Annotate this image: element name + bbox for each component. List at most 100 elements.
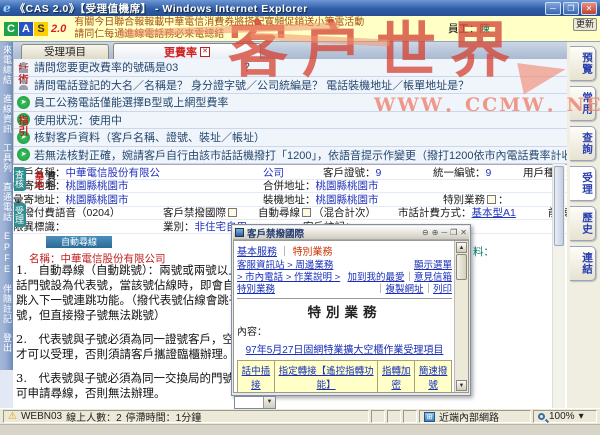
name-value: 中華電信股份有限公 xyxy=(66,167,161,179)
tab-history[interactable]: 歷史 xyxy=(570,206,596,241)
table-row: 話中插接 指定轉接【遙控指轉功能】 指轉加密 簡速撥號 xyxy=(238,361,452,394)
sidebar-item-inbound-info[interactable]: 進線資訊 xyxy=(0,94,13,134)
popup-control-icon[interactable]: ⊕ xyxy=(432,228,439,238)
autoline-checkbox-icon[interactable] xyxy=(302,208,311,217)
status-host: WEBN03 xyxy=(21,411,62,422)
script-row-text: 若無法核對正確，婉請客戶自行由該市話話機撥打「1200」，依語音提示作變更（撥打… xyxy=(34,147,583,163)
sidebar-item-direct-phone[interactable]: 直通電話 xyxy=(0,182,13,222)
green-arrow-icon: ➤ xyxy=(17,96,30,109)
service-link[interactable]: 話中插接 xyxy=(238,361,275,394)
breadcrumb[interactable]: 客服資訊站 > 周邊業務 > 市內電話 > 作業說明 > 特別業務 xyxy=(237,260,341,296)
list-item: 1. 自動尋線（自動跳號）：兩號或兩號以上電話門號設為代表號，當該號佔線時，即會… xyxy=(16,263,256,323)
customer-row-name: 客戶名稱：中華電信股份有限公 公司 客戶證號：9 統一編號：9 用戶種類：乙 xyxy=(13,166,600,180)
status-zone: 近端內部網路 xyxy=(439,409,499,424)
window-bottom-edge xyxy=(0,424,600,435)
popup-maximize-icon[interactable]: ❐ xyxy=(450,228,457,238)
copy-url-link[interactable]: 複製網址 xyxy=(385,284,423,295)
billing-label: 市話計費方式： xyxy=(398,207,472,219)
status-left-panel: ⚠ WEBN03 線上人數：2 停滯時間：1分鐘 xyxy=(3,410,369,423)
sidebar-item-logout[interactable]: 登出 xyxy=(0,333,13,353)
tab-acceptance[interactable]: 受理 xyxy=(570,166,596,201)
tab-row: 受理項目 更費率 ✕ xyxy=(13,42,567,59)
popup-minimize-icon[interactable]: ─ xyxy=(441,228,447,238)
sidebar-item-epfe[interactable]: EPFE xyxy=(0,231,13,275)
popup-scrollbar[interactable]: ▲ ▼ xyxy=(454,241,468,392)
ban-intl-checkbox-icon[interactable] xyxy=(228,208,237,217)
scroll-up-icon[interactable]: ▲ xyxy=(456,242,467,253)
tab-accept-items[interactable]: 受理項目 xyxy=(21,44,109,59)
addr2-label: 合併地址： xyxy=(263,180,316,192)
marquee-line1: 有關今日聯合報報載中華電信消費券將搭配寬頻促銷送小筆電活動 xyxy=(74,17,364,28)
dropdown-arrow-icon[interactable]: ▼ xyxy=(263,397,275,408)
print-link[interactable]: 列印 xyxy=(433,284,452,295)
tab-preview[interactable]: 預覽 xyxy=(570,46,596,81)
script-section: 話術 指引 請問您要更改費率的號碼是03 ？ 請問電話登記的大名／名稱是？ 身分… xyxy=(13,59,567,164)
tab-links[interactable]: 連結 xyxy=(570,246,596,281)
addr3-value: 桃園縣桃園市 xyxy=(66,194,129,206)
script-row-text: 請問電話登記的大名／名稱是？ 身分證字號／公司統編是？ 電話裝機地址／帳單地址是… xyxy=(34,77,469,93)
mark-label: 限異標識： xyxy=(13,220,163,234)
divider xyxy=(237,298,452,299)
sidebar-item-call-summary[interactable]: 來電總結 xyxy=(0,45,13,85)
tab-frequent[interactable]: 常用 xyxy=(570,86,596,121)
window-title: 《CAS 2.0》【受理值機席】 - Windows Internet Expl… xyxy=(15,1,543,16)
sidebar-item-companion-note[interactable]: 伴隨註記 xyxy=(0,284,13,324)
billing-value[interactable]: 基本型A1 xyxy=(472,207,516,219)
nav-basic-service-link[interactable]: 基本服務 xyxy=(237,247,277,258)
employee-label: 員工： xyxy=(448,23,480,35)
nav-special-service-current: 特別業務 xyxy=(293,247,333,258)
tab-verify[interactable]: 查核 xyxy=(14,167,26,191)
add-favorite-link[interactable]: 加到我的最愛 xyxy=(347,272,404,283)
close-button[interactable]: ✕ xyxy=(581,2,597,15)
script-row: 請問您要更改費率的號碼是03 ？ xyxy=(14,59,583,77)
scroll-down-icon[interactable]: ▼ xyxy=(456,380,467,391)
name-value2: 公司 xyxy=(263,166,323,180)
tab-query[interactable]: 查詢 xyxy=(570,126,596,161)
special-label: 特別業務 xyxy=(443,194,485,206)
feedback-link[interactable]: 意見信箱 xyxy=(414,272,452,283)
separator: ｜ xyxy=(423,284,433,295)
separator: ｜ xyxy=(404,272,414,283)
script-label-strip: 話術 指引 xyxy=(13,59,14,164)
inline-dropdown[interactable]: ▼ xyxy=(234,396,276,409)
popup-titlebar[interactable]: 客戶禁撥國際 ⊖ ⊕ ─ ❐ ✕ xyxy=(233,226,469,240)
zoom-menu-arrow-icon[interactable]: ▾ xyxy=(579,411,584,422)
sidebar-item-toolbar[interactable]: 工具列 xyxy=(0,143,13,173)
service-link[interactable]: 簡速撥號 xyxy=(415,361,452,394)
notice-link[interactable]: 97年5月27日固網特業擴大空櫃作業受理項目 xyxy=(237,341,452,356)
popup-scrollbar-thumb[interactable] xyxy=(456,254,467,280)
addr2-value: 桃園縣桃園市 xyxy=(316,180,379,192)
popup-close-icon[interactable]: ✕ xyxy=(460,228,467,238)
right-tab-strip: 預覽 常用 查詢 受理 歷史 連結 xyxy=(567,42,600,408)
tab-close-icon[interactable]: ✕ xyxy=(200,47,210,57)
minimize-button[interactable]: ─ xyxy=(545,2,561,15)
autoline-suffix: （混合計次） xyxy=(313,207,376,219)
ban-intl-label: 客戶禁撥國際 xyxy=(163,207,226,219)
popup-control-icon[interactable]: ⊖ xyxy=(422,228,429,238)
service-link[interactable]: 指轉加密 xyxy=(378,361,415,394)
status-zoom-panel[interactable]: 100% ▾ xyxy=(533,410,597,423)
special-checkbox-icon[interactable] xyxy=(487,195,496,204)
subpanel-titlebar[interactable]: 自動尋線 xyxy=(46,236,112,248)
main-scrollbar[interactable] xyxy=(552,164,565,408)
script-row: ➤ 若無法核對正確，婉請客戶自行由該市話話機撥打「1200」，依語音提示作變更（… xyxy=(14,147,583,165)
main-scrollbar-thumb[interactable] xyxy=(554,166,564,246)
popup-body: 基本服務 ｜ 特別業務 客服資訊站 > 周邊業務 > 市內電話 > 作業說明 >… xyxy=(233,240,469,393)
popup-window-icon xyxy=(235,228,244,237)
tab-change-rate[interactable]: 更費率 ✕ xyxy=(113,43,261,59)
service-link[interactable]: 指定轉接【遙控指轉功能】 xyxy=(274,361,377,394)
customer-row-addresses2: 彙寄地址：桃園縣桃園市 裝機地址：桃園縣桃園市 特別業務： xyxy=(13,193,600,207)
caption-data: 資料 xyxy=(45,171,58,189)
popup-heading: 特別業務 xyxy=(237,301,452,321)
status-bar: ⚠ WEBN03 線上人數：2 停滯時間：1分鐘 ⊞ 近端內部網路 100% ▾ xyxy=(0,408,600,424)
refresh-button[interactable]: 更新 xyxy=(573,18,597,31)
status-zone-panel: ⊞ 近端內部網路 xyxy=(419,410,531,423)
status-online-count: 線上人數：2 xyxy=(66,409,122,424)
tab-accept[interactable]: 受理 xyxy=(14,203,26,227)
script-guide-label: 指引 xyxy=(14,115,29,137)
maximize-button[interactable]: ❐ xyxy=(563,2,579,15)
show-menu-link[interactable]: 顯示選單 xyxy=(414,260,452,271)
script-row-text: 核對客戶資料（客戶名稱、證號、裝址／帳址） xyxy=(34,129,265,145)
magnifier-icon xyxy=(538,413,545,420)
certno-label: 客戶證號： xyxy=(323,167,376,179)
